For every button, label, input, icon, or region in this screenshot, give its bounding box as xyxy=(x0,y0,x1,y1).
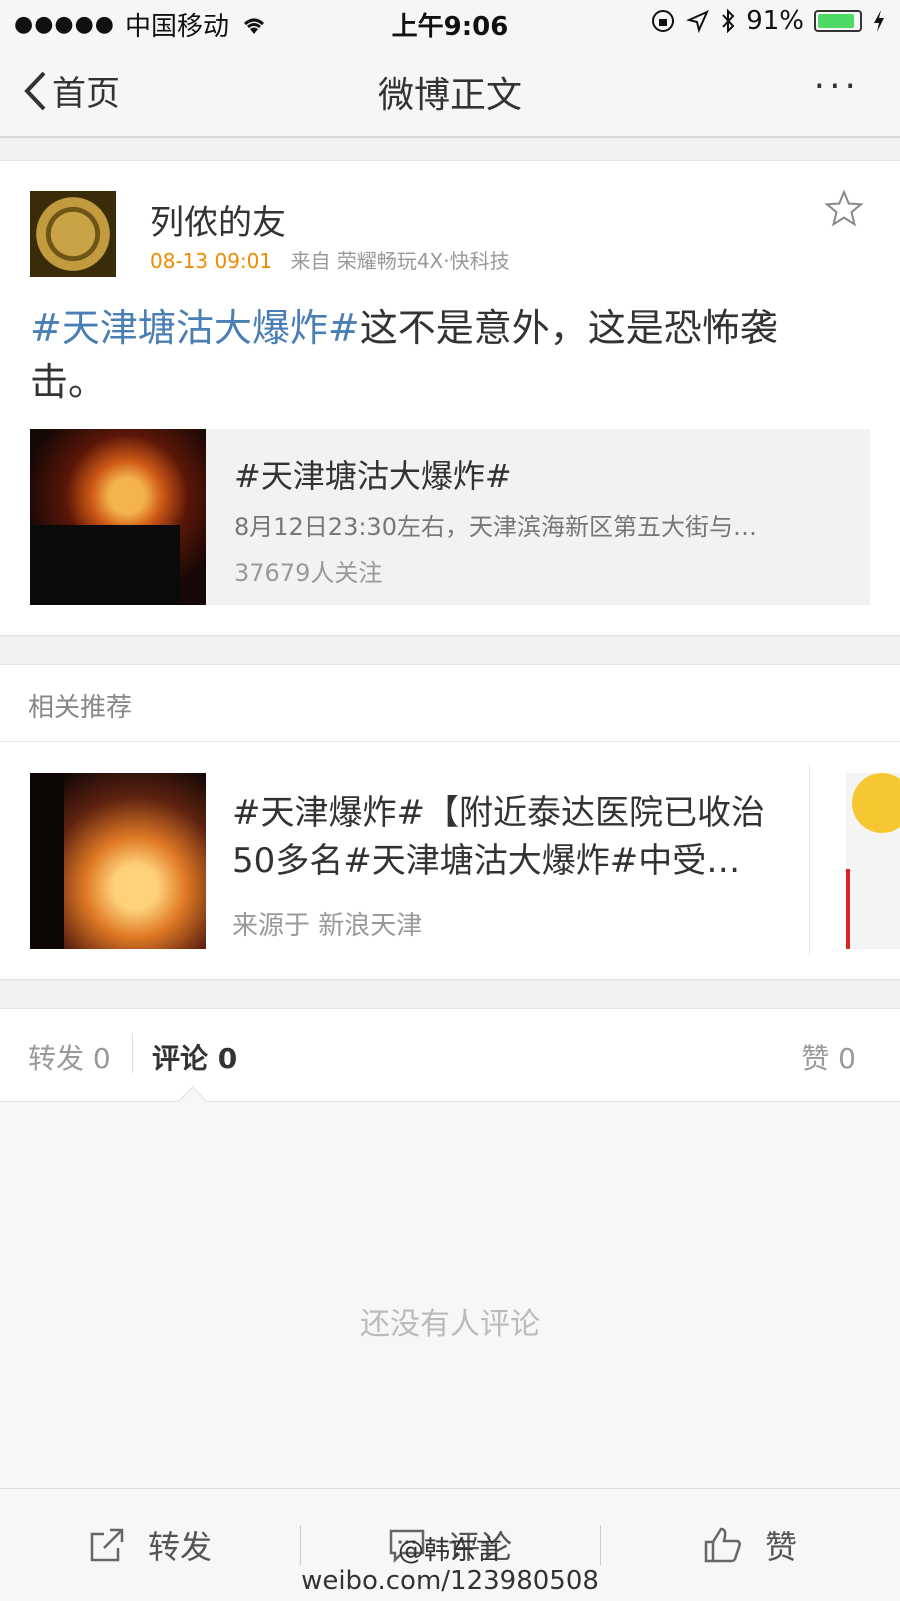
post-card: 列侬的友 08-13 09:01 来自 荣耀畅玩4X·快科技 #天津塘沽大爆炸#… xyxy=(0,160,900,636)
watermark-handle: @韩东言 xyxy=(397,1536,502,1566)
status-right: 91% xyxy=(650,6,886,36)
tab-comment[interactable]: 评论 0 xyxy=(152,1037,237,1077)
topic-description: 8月12日23:30左右，天津滨海新区第五大街与… xyxy=(234,513,757,541)
topic-thumbnail xyxy=(30,429,206,605)
post-time: 08-13 09:01 xyxy=(150,249,273,273)
interaction-tabs: 转发 0 评论 0 赞 0 xyxy=(0,1009,900,1102)
battery-percent: 91% xyxy=(746,6,804,36)
tab-repost[interactable]: 转发 0 xyxy=(28,1037,111,1077)
status-bar: ●●●●● 中国移动 上午9:06 91% xyxy=(0,0,900,44)
related-item-source: 来源于 新浪天津 xyxy=(232,911,423,941)
battery-icon xyxy=(814,10,862,32)
related-next-thumbnail[interactable] xyxy=(846,773,900,949)
related-title: 相关推荐 xyxy=(28,693,133,723)
star-icon[interactable] xyxy=(824,189,864,229)
post-hashtag[interactable]: #天津塘沽大爆炸# xyxy=(30,306,360,350)
topic-card[interactable]: #天津塘沽大爆炸# 8月12日23:30左右，天津滨海新区第五大街与… 3767… xyxy=(30,429,870,605)
post-meta: 08-13 09:01 来自 荣耀畅玩4X·快科技 xyxy=(150,245,510,274)
related-section: 相关推荐 #天津爆炸#【附近泰达医院已收治50多名#天津塘沽大爆炸#中受… 来源… xyxy=(0,664,900,980)
topic-title: #天津塘沽大爆炸# xyxy=(234,457,512,495)
location-icon xyxy=(686,10,710,33)
navigation-bar: 首页 微博正文 ··· xyxy=(0,44,900,138)
rotation-lock-icon xyxy=(652,10,675,32)
divider xyxy=(132,1033,133,1073)
divider xyxy=(809,765,810,955)
divider xyxy=(0,741,900,742)
related-item-text[interactable]: #天津爆炸#【附近泰达医院已收治50多名#天津塘沽大爆炸#中受… xyxy=(232,789,792,885)
username[interactable]: 列侬的友 xyxy=(150,195,286,244)
more-options-button[interactable]: ··· xyxy=(814,66,860,107)
tab-like[interactable]: 赞 0 xyxy=(801,1037,856,1077)
related-thumbnail[interactable] xyxy=(30,773,206,949)
watermark: @韩东言 weibo.com/123980508 xyxy=(0,1536,900,1596)
charging-icon xyxy=(874,10,884,32)
post-body: #天津塘沽大爆炸#这不是意外，这是恐怖袭击。 xyxy=(30,301,850,409)
battery-level xyxy=(818,14,855,28)
empty-comments-text: 还没有人评论 xyxy=(360,1307,540,1342)
avatar[interactable] xyxy=(30,191,116,277)
post-source: 来自 荣耀畅玩4X·快科技 xyxy=(290,249,510,273)
page-title: 微博正文 xyxy=(377,75,522,116)
watermark-url: weibo.com/123980508 xyxy=(301,1566,599,1596)
topic-followers: 37679人关注 xyxy=(234,559,383,587)
bluetooth-icon xyxy=(722,8,735,34)
